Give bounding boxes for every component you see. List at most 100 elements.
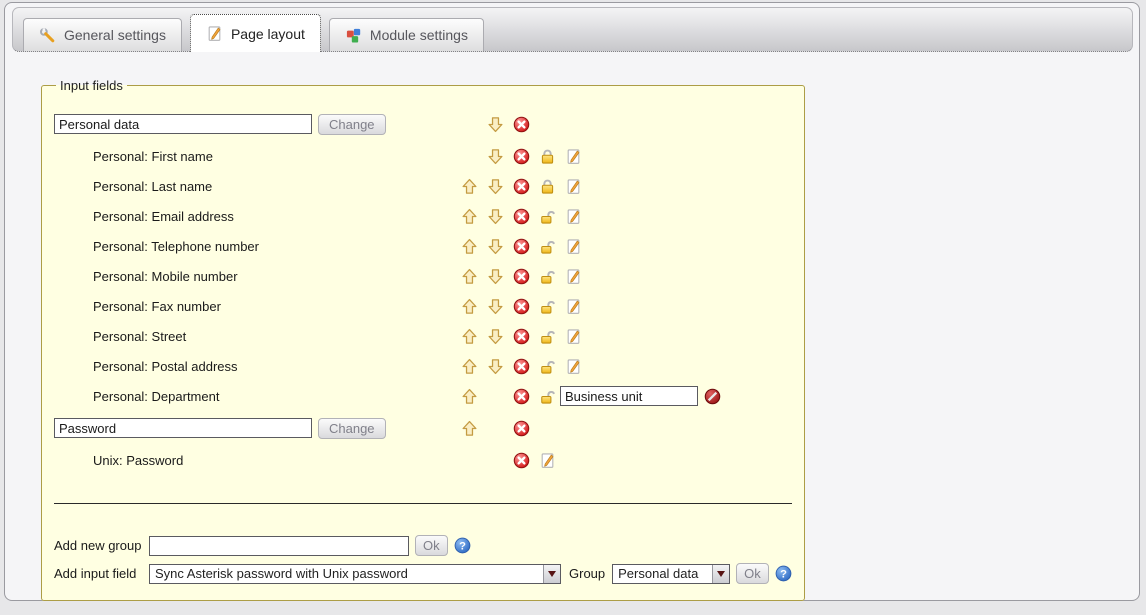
field-value-input[interactable] bbox=[560, 386, 698, 406]
unlocked-icon[interactable] bbox=[539, 268, 556, 285]
move-up-icon[interactable] bbox=[461, 388, 478, 405]
icon-cell bbox=[534, 358, 560, 375]
add-group-row: Add new group Ok bbox=[54, 535, 792, 556]
icon-cell bbox=[456, 238, 482, 255]
icon-cell bbox=[456, 388, 482, 405]
add-field-select[interactable]: Sync Asterisk password with Unix passwor… bbox=[149, 564, 561, 584]
unlocked-icon[interactable] bbox=[539, 298, 556, 315]
delete-icon[interactable] bbox=[513, 298, 530, 315]
move-up-icon[interactable] bbox=[461, 298, 478, 315]
add-group-ok-button[interactable]: Ok bbox=[415, 535, 448, 556]
change-button[interactable]: Change bbox=[318, 418, 386, 439]
add-group-input[interactable] bbox=[149, 536, 409, 556]
edit-icon[interactable] bbox=[565, 328, 582, 345]
unlocked-icon[interactable] bbox=[539, 328, 556, 345]
move-down-icon[interactable] bbox=[487, 208, 504, 225]
move-up-icon[interactable] bbox=[461, 238, 478, 255]
unlocked-icon[interactable] bbox=[539, 388, 556, 405]
move-up-icon[interactable] bbox=[461, 178, 478, 195]
field-label: Personal: Telephone number bbox=[54, 239, 259, 254]
move-down-icon[interactable] bbox=[487, 268, 504, 285]
icon-cell bbox=[560, 328, 586, 345]
field-row: Personal: Street bbox=[54, 321, 792, 351]
unlocked-icon[interactable] bbox=[539, 208, 556, 225]
field-row: Personal: First name bbox=[54, 141, 792, 171]
delete-icon[interactable] bbox=[513, 148, 530, 165]
edit-icon[interactable] bbox=[565, 178, 582, 195]
edit-icon[interactable] bbox=[539, 452, 556, 469]
icon-cell bbox=[482, 328, 508, 345]
icon-cell bbox=[482, 358, 508, 375]
delete-icon[interactable] bbox=[513, 420, 530, 437]
edit-icon[interactable] bbox=[565, 238, 582, 255]
icon-cell bbox=[482, 116, 508, 133]
modules-icon bbox=[345, 27, 362, 44]
help-icon[interactable] bbox=[454, 537, 471, 554]
move-up-icon[interactable] bbox=[461, 358, 478, 375]
edit-icon[interactable] bbox=[565, 358, 582, 375]
move-up-icon[interactable] bbox=[461, 420, 478, 437]
field-label: Personal: Last name bbox=[54, 179, 212, 194]
move-up-icon[interactable] bbox=[461, 268, 478, 285]
field-label: Personal: Email address bbox=[54, 209, 234, 224]
move-down-icon[interactable] bbox=[487, 178, 504, 195]
move-down-icon[interactable] bbox=[487, 298, 504, 315]
edit-icon[interactable] bbox=[565, 148, 582, 165]
change-button[interactable]: Change bbox=[318, 114, 386, 135]
group-name-input[interactable] bbox=[54, 418, 312, 438]
delete-icon[interactable] bbox=[513, 116, 530, 133]
icon-cell bbox=[456, 178, 482, 195]
delete-icon[interactable] bbox=[513, 268, 530, 285]
tab-page-layout[interactable]: Page layout bbox=[190, 14, 321, 52]
add-field-ok-button[interactable]: Ok bbox=[736, 563, 769, 584]
delete-icon[interactable] bbox=[513, 328, 530, 345]
delete-icon[interactable] bbox=[513, 452, 530, 469]
move-down-icon[interactable] bbox=[487, 328, 504, 345]
add-group-label: Add new group bbox=[54, 538, 149, 553]
edit-icon[interactable] bbox=[565, 298, 582, 315]
tab-module-settings[interactable]: Module settings bbox=[329, 18, 484, 51]
edit-icon[interactable] bbox=[565, 268, 582, 285]
group-label: Group bbox=[569, 566, 605, 581]
move-up-icon[interactable] bbox=[461, 208, 478, 225]
icon-cell bbox=[508, 358, 534, 375]
icon-cell bbox=[534, 388, 560, 405]
move-down-icon[interactable] bbox=[487, 148, 504, 165]
icon-cell bbox=[456, 298, 482, 315]
locked-icon[interactable] bbox=[539, 178, 556, 195]
field-row: Unix: Password bbox=[54, 445, 792, 475]
delete-icon[interactable] bbox=[513, 358, 530, 375]
abort-icon[interactable] bbox=[704, 388, 721, 405]
icon-cell bbox=[508, 328, 534, 345]
tab-bar: General settings Page layout Module sett… bbox=[12, 7, 1133, 52]
delete-icon[interactable] bbox=[513, 238, 530, 255]
group-select[interactable]: Personal data bbox=[612, 564, 730, 584]
icon-cell bbox=[482, 208, 508, 225]
icon-cell bbox=[508, 238, 534, 255]
move-down-icon[interactable] bbox=[487, 116, 504, 133]
icon-cell bbox=[482, 238, 508, 255]
move-down-icon[interactable] bbox=[487, 238, 504, 255]
locked-icon[interactable] bbox=[539, 148, 556, 165]
tab-general-settings[interactable]: General settings bbox=[23, 18, 182, 51]
unlocked-icon[interactable] bbox=[539, 358, 556, 375]
chevron-down-icon[interactable] bbox=[543, 565, 560, 583]
unlocked-icon[interactable] bbox=[539, 238, 556, 255]
delete-icon[interactable] bbox=[513, 178, 530, 195]
add-field-row: Add input field Sync Asterisk password w… bbox=[54, 563, 792, 584]
icon-cell bbox=[560, 298, 586, 315]
icon-cell bbox=[508, 298, 534, 315]
help-icon[interactable] bbox=[775, 565, 792, 582]
icon-cell bbox=[508, 268, 534, 285]
icon-cell bbox=[534, 238, 560, 255]
delete-icon[interactable] bbox=[513, 208, 530, 225]
icon-cell bbox=[508, 388, 534, 405]
chevron-down-icon[interactable] bbox=[712, 565, 729, 583]
icon-cell bbox=[560, 238, 586, 255]
edit-icon[interactable] bbox=[565, 208, 582, 225]
move-up-icon[interactable] bbox=[461, 328, 478, 345]
icon-cell bbox=[534, 268, 560, 285]
delete-icon[interactable] bbox=[513, 388, 530, 405]
move-down-icon[interactable] bbox=[487, 358, 504, 375]
group-name-input[interactable] bbox=[54, 114, 312, 134]
